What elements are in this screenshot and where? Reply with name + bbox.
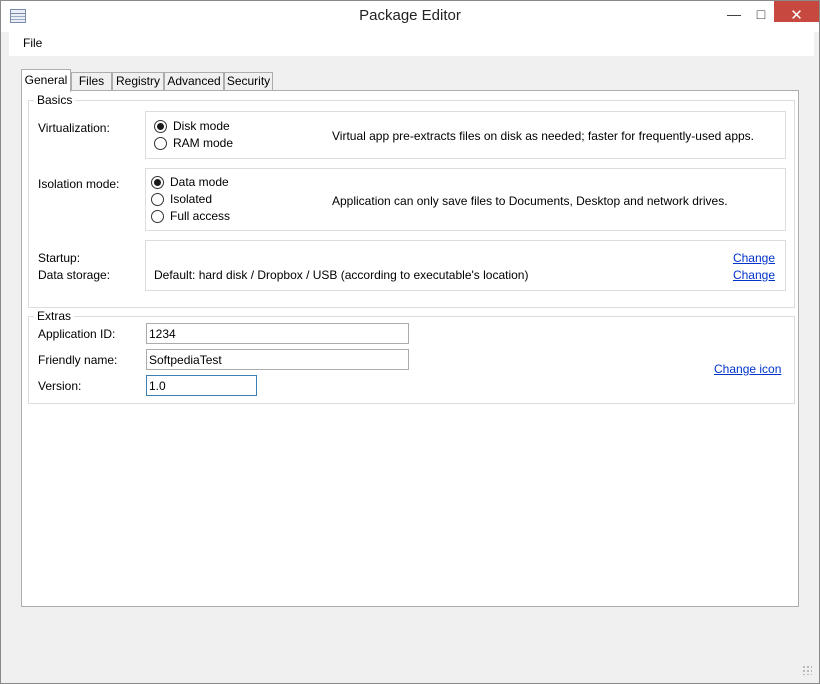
data-storage-change-link[interactable]: Change bbox=[733, 268, 775, 282]
resize-grip-icon[interactable] bbox=[802, 665, 812, 675]
basics-legend: Basics bbox=[37, 93, 73, 107]
radio-selected-icon bbox=[154, 120, 167, 133]
radio-unselected-icon bbox=[151, 193, 164, 206]
radio-disk-mode[interactable]: Disk mode bbox=[154, 119, 230, 135]
maximize-button[interactable]: □ bbox=[746, 1, 776, 30]
isolation-mode-box: Data mode Isolated Full access Applicati… bbox=[145, 168, 786, 231]
isolation-description: Application can only save files to Docum… bbox=[332, 194, 728, 208]
friendly-name-input[interactable] bbox=[146, 349, 409, 370]
startup-change-link[interactable]: Change bbox=[733, 251, 775, 265]
virtualization-description: Virtual app pre-extracts files on disk a… bbox=[332, 129, 755, 143]
tab-advanced[interactable]: Advanced bbox=[164, 72, 224, 91]
radio-label: RAM mode bbox=[173, 136, 234, 150]
package-editor-window: Package Editor — □ ✕ File General Files … bbox=[0, 0, 820, 684]
data-storage-label: Data storage: bbox=[38, 268, 111, 282]
application-id-input[interactable] bbox=[146, 323, 409, 344]
extras-legend: Extras bbox=[37, 309, 72, 323]
startup-label: Startup: bbox=[38, 251, 81, 265]
radio-ram-mode[interactable]: RAM mode bbox=[154, 136, 233, 152]
version-input[interactable] bbox=[146, 375, 257, 396]
general-tab-panel: Basics Virtualization: Disk mode RAM mod… bbox=[21, 90, 799, 607]
data-storage-value: Default: hard disk / Dropbox / USB (acco… bbox=[154, 268, 529, 282]
tab-security[interactable]: Security bbox=[224, 72, 273, 91]
radio-label: Full access bbox=[170, 209, 231, 223]
main-content: General Files Registry Advanced Security… bbox=[9, 56, 814, 677]
tab-files[interactable]: Files bbox=[71, 72, 112, 91]
virtualization-label: Virtualization: bbox=[38, 121, 110, 135]
extras-group: Extras bbox=[28, 310, 795, 404]
change-icon-link[interactable]: Change icon bbox=[714, 362, 781, 376]
menu-file[interactable]: File bbox=[23, 36, 42, 50]
radio-data-mode[interactable]: Data mode bbox=[151, 175, 229, 191]
window-title: Package Editor bbox=[359, 7, 461, 24]
application-id-label: Application ID: bbox=[38, 327, 116, 341]
radio-unselected-icon bbox=[151, 210, 164, 223]
radio-full-access[interactable]: Full access bbox=[151, 209, 230, 225]
friendly-name-label: Friendly name: bbox=[38, 353, 118, 367]
radio-selected-icon bbox=[151, 176, 164, 189]
virtualization-box: Disk mode RAM mode Virtual app pre-extra… bbox=[145, 111, 786, 159]
radio-isolated[interactable]: Isolated bbox=[151, 192, 212, 208]
menu-bar: File bbox=[9, 32, 814, 56]
storage-box: Default: hard disk / Dropbox / USB (acco… bbox=[145, 240, 786, 291]
radio-label: Isolated bbox=[170, 192, 213, 206]
tab-registry[interactable]: Registry bbox=[112, 72, 164, 91]
radio-label: Disk mode bbox=[173, 119, 230, 133]
close-button[interactable]: ✕ bbox=[774, 1, 819, 24]
isolation-mode-label: Isolation mode: bbox=[38, 177, 120, 191]
radio-label: Data mode bbox=[170, 175, 229, 189]
version-label: Version: bbox=[38, 379, 82, 393]
tab-general[interactable]: General bbox=[21, 69, 71, 92]
radio-unselected-icon bbox=[154, 137, 167, 150]
title-bar[interactable]: Package Editor — □ ✕ bbox=[1, 1, 819, 32]
minimize-button[interactable]: — bbox=[719, 1, 749, 30]
